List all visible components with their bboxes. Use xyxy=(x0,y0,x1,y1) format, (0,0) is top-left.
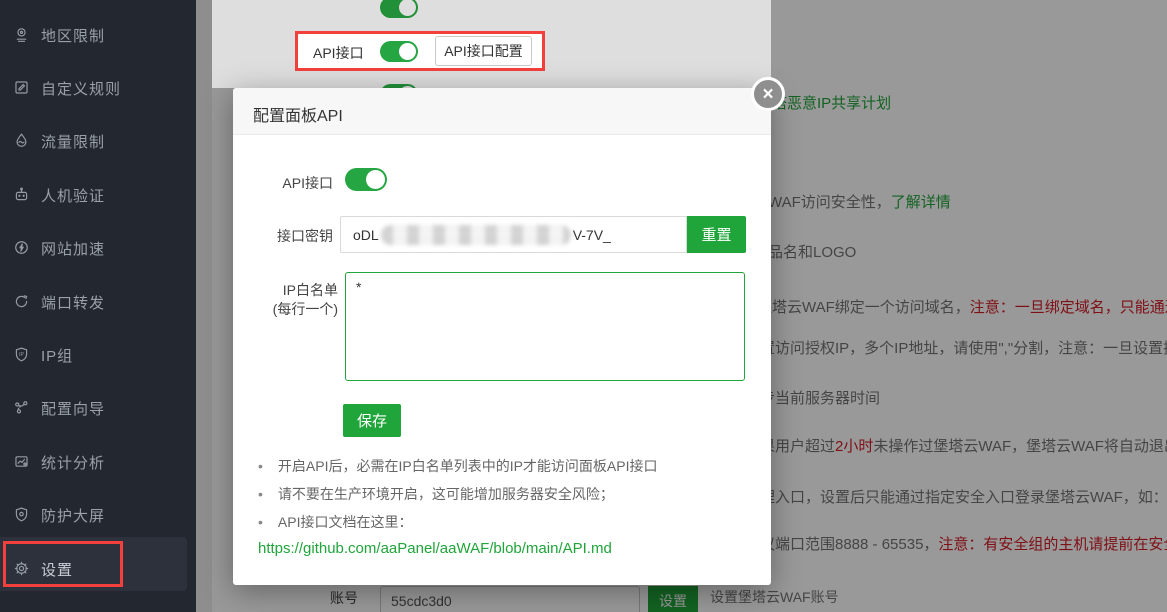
dim-overlay-top-right xyxy=(545,0,771,88)
sidebar-item-region-limit[interactable]: 地区限制 xyxy=(0,24,196,46)
dim-overlay-gap xyxy=(196,0,212,612)
sidebar-item-config-wizard[interactable]: 配置向导 xyxy=(0,397,196,419)
ip-whitelist-textarea[interactable]: * xyxy=(345,272,745,381)
sidebar-item-label: 端口转发 xyxy=(41,292,105,313)
ip-whitelist-label: IP白名单 xyxy=(233,280,338,300)
api-config-modal: 配置面板API × API接口 接口密钥 oDLV-7V_ 重置 IP白名单 (… xyxy=(233,88,771,585)
api-key-label: 接口密钥 xyxy=(233,226,333,246)
sidebar-item-shield-screen[interactable]: 防护大屏 xyxy=(0,504,196,526)
site-speed-icon xyxy=(13,239,30,256)
stats-icon xyxy=(13,453,30,470)
sidebar-item-stats[interactable]: 统计分析 xyxy=(0,451,196,473)
ip-whitelist-sublabel: (每行一个) xyxy=(233,299,338,319)
modal-title: 配置面板API xyxy=(253,102,343,126)
sidebar-item-custom-rules[interactable]: 自定义规则 xyxy=(0,77,196,99)
modal-api-toggle-label: API接口 xyxy=(233,173,333,193)
dim-overlay-top-below-box xyxy=(295,71,545,88)
modal-note: 开启API后，必需在IP白名单列表中的IP才能访问面板API接口 xyxy=(258,456,658,476)
api-key-suffix: V-7V_ xyxy=(573,227,611,243)
modal-api-toggle[interactable] xyxy=(345,168,387,191)
api-doc-link[interactable]: https://github.com/aaPanel/aaWAF/blob/ma… xyxy=(258,540,612,557)
annotation-box-settings-item xyxy=(3,541,123,587)
modal-note: API接口文档在这里： xyxy=(258,512,412,532)
app-window: 地区限制 自定义规则 流量限制 人机验证 网站加速 端口转发 IP IP组 配置 xyxy=(0,0,1167,612)
modal-header: 配置面板API xyxy=(233,88,771,135)
sidebar-item-port-forward[interactable]: 端口转发 xyxy=(0,291,196,313)
ip-group-icon: IP xyxy=(13,346,30,363)
sidebar-item-label: 网站加速 xyxy=(41,238,105,259)
sidebar-item-site-speed[interactable]: 网站加速 xyxy=(0,237,196,259)
sidebar-item-traffic-limit[interactable]: 流量限制 xyxy=(0,130,196,152)
traffic-limit-icon xyxy=(13,132,30,149)
custom-rule-icon xyxy=(13,79,30,96)
sidebar-item-label: 流量限制 xyxy=(41,131,105,152)
dim-overlay-right xyxy=(771,0,1167,612)
api-key-redacted-blur xyxy=(381,225,571,245)
sidebar-item-label: 自定义规则 xyxy=(41,78,121,99)
sidebar-item-label: 统计分析 xyxy=(41,452,105,473)
sidebar-item-ip-group[interactable]: IP IP组 xyxy=(0,344,196,366)
save-button[interactable]: 保存 xyxy=(343,404,401,437)
dim-overlay-top-left xyxy=(212,0,295,88)
shield-screen-icon xyxy=(13,506,30,523)
close-icon[interactable]: × xyxy=(751,77,785,111)
port-forward-icon xyxy=(13,293,30,310)
annotation-box-api-row xyxy=(295,31,545,71)
api-key-prefix: oDL xyxy=(353,227,379,243)
sidebar-item-label: 防护大屏 xyxy=(41,505,105,526)
sidebar-item-label: 地区限制 xyxy=(41,25,105,46)
config-wizard-icon xyxy=(13,399,30,416)
location-icon xyxy=(13,26,30,43)
reset-key-button[interactable]: 重置 xyxy=(687,216,746,253)
sidebar: 地区限制 自定义规则 流量限制 人机验证 网站加速 端口转发 IP IP组 配置 xyxy=(0,0,196,612)
sidebar-item-label: 配置向导 xyxy=(41,398,105,419)
sidebar-item-captcha[interactable]: 人机验证 xyxy=(0,184,196,206)
dim-overlay-top-above-box xyxy=(295,0,545,31)
svg-text:IP: IP xyxy=(19,352,24,358)
sidebar-item-label: 人机验证 xyxy=(41,185,105,206)
api-key-field[interactable]: oDL V-7V_ xyxy=(340,216,687,253)
captcha-robot-icon xyxy=(13,186,30,203)
modal-note: 请不要在生产环境开启，这可能增加服务器安全风险； xyxy=(258,484,614,504)
sidebar-item-label: IP组 xyxy=(41,345,73,366)
